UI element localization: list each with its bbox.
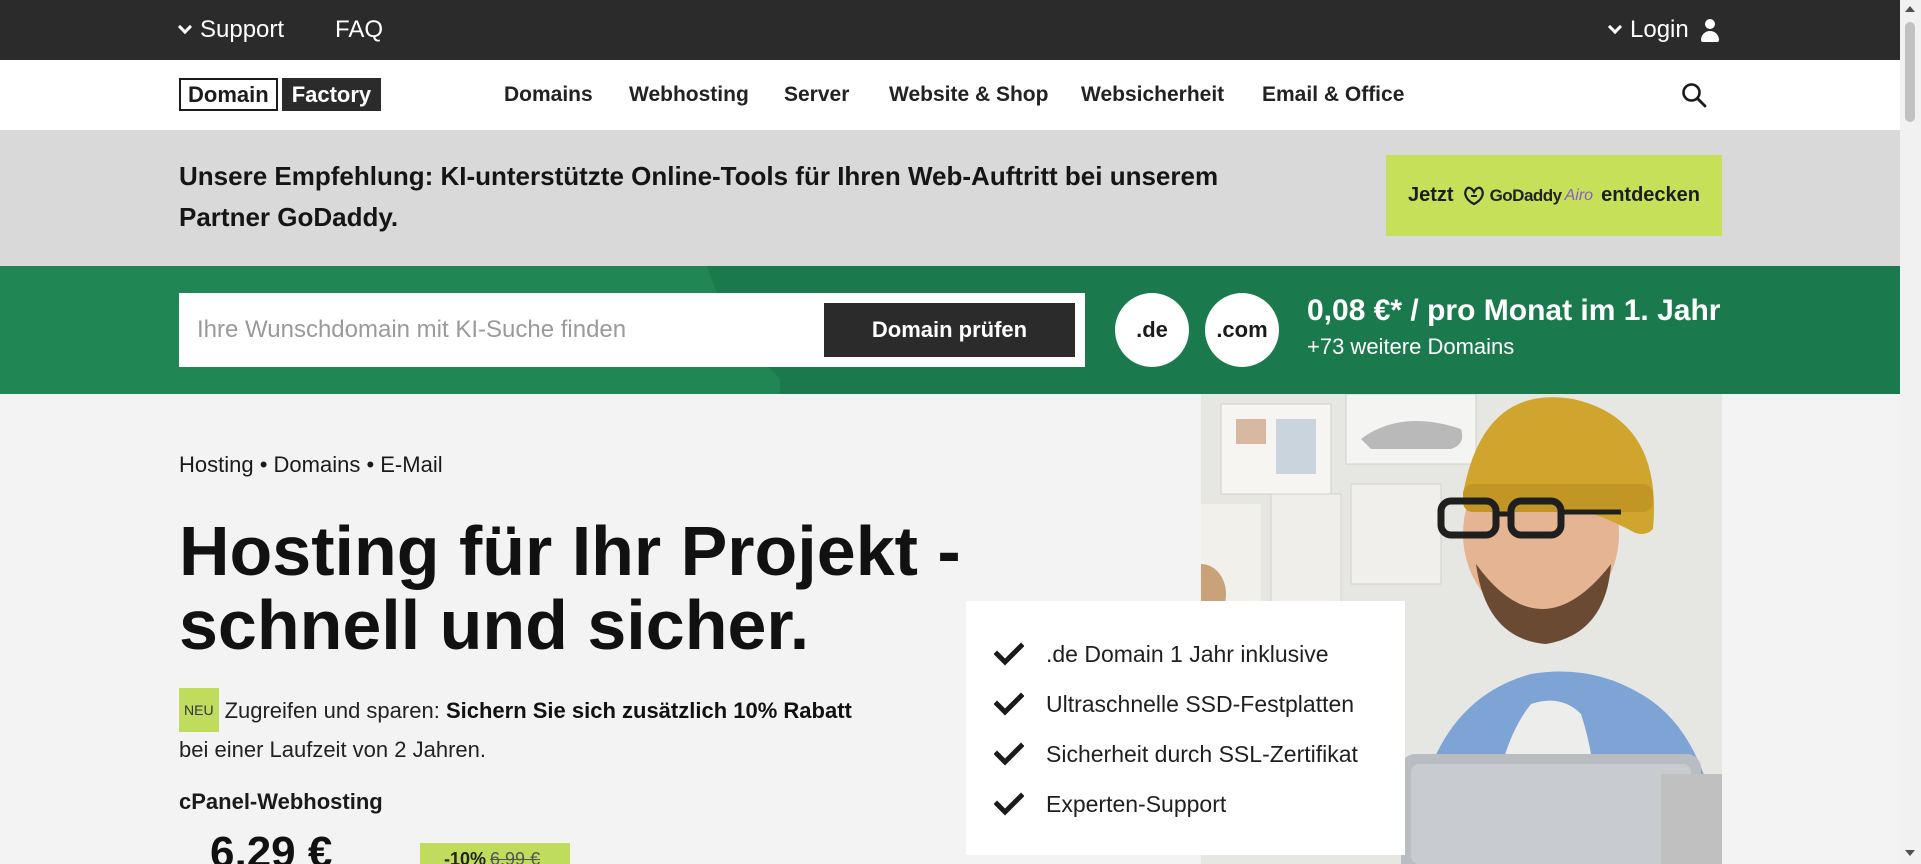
search-icon[interactable] [1680,81,1708,109]
promo-banner: Unsere Empfehlung: KI-unterstützte Onlin… [0,130,1900,266]
product-price: 6,29 € [210,828,333,864]
main-navigation: Domain Factory Domains Webhosting Server… [0,60,1900,130]
promo-button-suffix: entdecken [1601,184,1701,206]
feature-label: .de Domain 1 Jahr inklusive [1046,640,1329,667]
login-label: Login [1630,16,1689,43]
chevron-down-icon [177,19,193,35]
nav-item-email-office[interactable]: Email & Office [1262,60,1404,130]
domain-search-form: Domain prüfen [179,293,1085,367]
hero-title: Hosting für Ihr Projekt - schnell und si… [179,512,961,664]
feature-item: .de Domain 1 Jahr inklusive [966,629,1405,679]
nav-item-server[interactable]: Server [784,60,849,130]
nav-item-domains[interactable]: Domains [504,60,593,130]
tld-badge-com[interactable]: .com [1205,293,1279,367]
feature-label: Ultraschnelle SSD-Festplatten [1046,690,1355,717]
nav-item-webhosting[interactable]: Webhosting [629,60,749,130]
hero-kicker: Hosting • Domains • E-Mail [179,452,443,477]
faq-label: FAQ [335,16,384,43]
features-list: .de Domain 1 Jahr inklusive Ultraschnell… [966,601,1405,855]
scroll-down-arrow-icon[interactable] [1905,850,1915,856]
feature-item: Experten-Support [966,779,1405,829]
domainfactory-logo[interactable]: Domain Factory [179,78,382,111]
checkmark-icon [994,742,1024,766]
logo-part-domain: Domain [179,78,278,111]
logo-part-factory: Factory [281,78,382,111]
airo-wordmark: Airo [1564,186,1594,204]
checkmark-icon [994,792,1024,816]
support-label: Support [200,16,285,43]
feature-item: Ultraschnelle SSD-Festplatten [966,679,1405,729]
old-price: 6,99 € [490,849,541,864]
new-badge: NEU [179,688,219,732]
more-domains-link[interactable]: +73 weitere Domains [1307,334,1514,360]
domain-search-input[interactable] [179,293,819,367]
domain-check-button[interactable]: Domain prüfen [824,303,1075,357]
feature-item: Sicherheit durch SSL-Zertifikat [966,729,1405,779]
checkmark-icon [994,692,1024,716]
product-name: cPanel-Webhosting [179,789,383,814]
support-menu[interactable]: Support [176,0,284,60]
page-scrollbar[interactable] [1900,0,1921,864]
scroll-up-arrow-icon[interactable] [1905,6,1915,12]
feature-label: Experten-Support [1046,790,1227,817]
tld-badge-de[interactable]: .de [1115,293,1189,367]
user-icon [1699,17,1721,43]
promo-button-prefix: Jetzt [1407,184,1454,206]
godaddy-logo-icon [1463,186,1484,205]
offer-highlight: Sichern Sie sich zusätzlich 10% Rabatt [445,698,852,723]
promo-text: Unsere Empfehlung: KI-unterstützte Onlin… [179,161,1219,232]
top-bar: Support FAQ Login [0,0,1900,60]
faq-link[interactable]: FAQ [335,0,383,60]
domain-price-text: 0,08 €* / pro Monat im 1. Jahr [1307,294,1721,327]
domain-search-bar: Domain prüfen .de .com 0,08 €* / pro Mon… [0,266,1900,394]
offer-suffix: bei einer Laufzeit von 2 Jahren. [179,737,486,762]
login-menu[interactable]: Login [1606,0,1721,60]
godaddy-airo-button[interactable]: Jetzt GoDaddy Airo entdecken [1386,155,1722,236]
scrollbar-thumb[interactable] [1905,22,1915,122]
nav-item-websicherheit[interactable]: Websicherheit [1081,60,1224,130]
godaddy-wordmark: GoDaddy [1489,185,1563,205]
nav-item-website-shop[interactable]: Website & Shop [889,60,1048,130]
checkmark-icon [994,642,1024,666]
feature-label: Sicherheit durch SSL-Zertifikat [1046,740,1358,767]
discount-label: -10% [444,849,487,864]
offer-text: NEU Zugreifen und sparen: Sichern Sie sic… [179,688,939,768]
chevron-down-icon [1607,19,1623,35]
discount-badge: -10% 6,99 € [420,843,570,864]
offer-prefix: Zugreifen und sparen: [224,698,446,723]
